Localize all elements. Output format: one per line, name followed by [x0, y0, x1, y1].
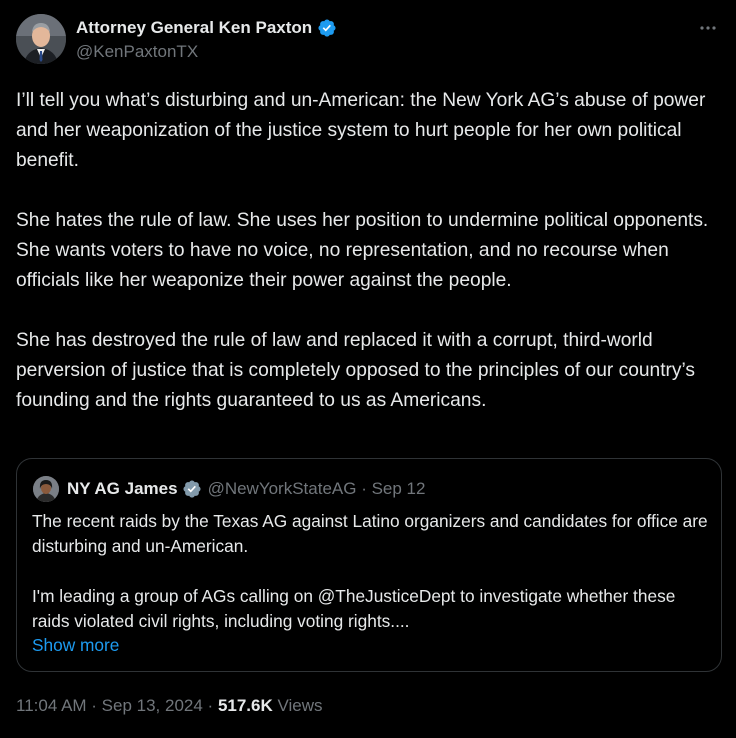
author-name[interactable]: Attorney General Ken Paxton [76, 18, 312, 38]
author-name-line: Attorney General Ken Paxton [76, 16, 337, 40]
show-more-link[interactable]: Show more [32, 635, 119, 656]
verified-badge-icon[interactable] [182, 479, 202, 499]
verified-badge-icon[interactable] [317, 18, 337, 38]
tweet-text: I’ll tell you what’s disturbing and un-A… [16, 86, 726, 416]
tweet-paragraph: I’ll tell you what’s disturbing and un-A… [16, 90, 706, 171]
tweet-paragraph: She has destroyed the rule of law and re… [16, 330, 696, 411]
quoted-handle-date[interactable]: @NewYorkStateAG · Sep 12 [208, 479, 426, 499]
tweet-timestamp[interactable]: 11:04 AM · Sep 13, 2024 · [16, 696, 218, 715]
quoted-tweet-text: The recent raids by the Texas AG against… [32, 509, 712, 634]
tweet-meta: 11:04 AM · Sep 13, 2024 · 517.6K Views [16, 696, 323, 716]
quoted-author-name[interactable]: NY AG James [67, 479, 178, 499]
quoted-tweet-header: NY AG James @NewYorkStateAG · Sep 12 [33, 476, 426, 502]
author-avatar[interactable] [16, 14, 66, 64]
quoted-tweet[interactable]: NY AG James @NewYorkStateAG · Sep 12 The… [16, 458, 722, 672]
quoted-paragraph: The recent raids by the Texas AG against… [32, 511, 708, 556]
tweet: Attorney General Ken Paxton @KenPaxtonTX… [0, 0, 736, 738]
more-options-icon[interactable] [694, 14, 722, 42]
quoted-author-avatar[interactable] [33, 476, 59, 502]
author-handle[interactable]: @KenPaxtonTX [76, 42, 198, 62]
quoted-paragraph: I'm leading a group of AGs calling on @T… [32, 586, 676, 631]
tweet-paragraph: She hates the rule of law. She uses her … [16, 210, 709, 291]
views-count: 517.6K [217, 696, 273, 715]
views-label: Views [272, 696, 323, 715]
